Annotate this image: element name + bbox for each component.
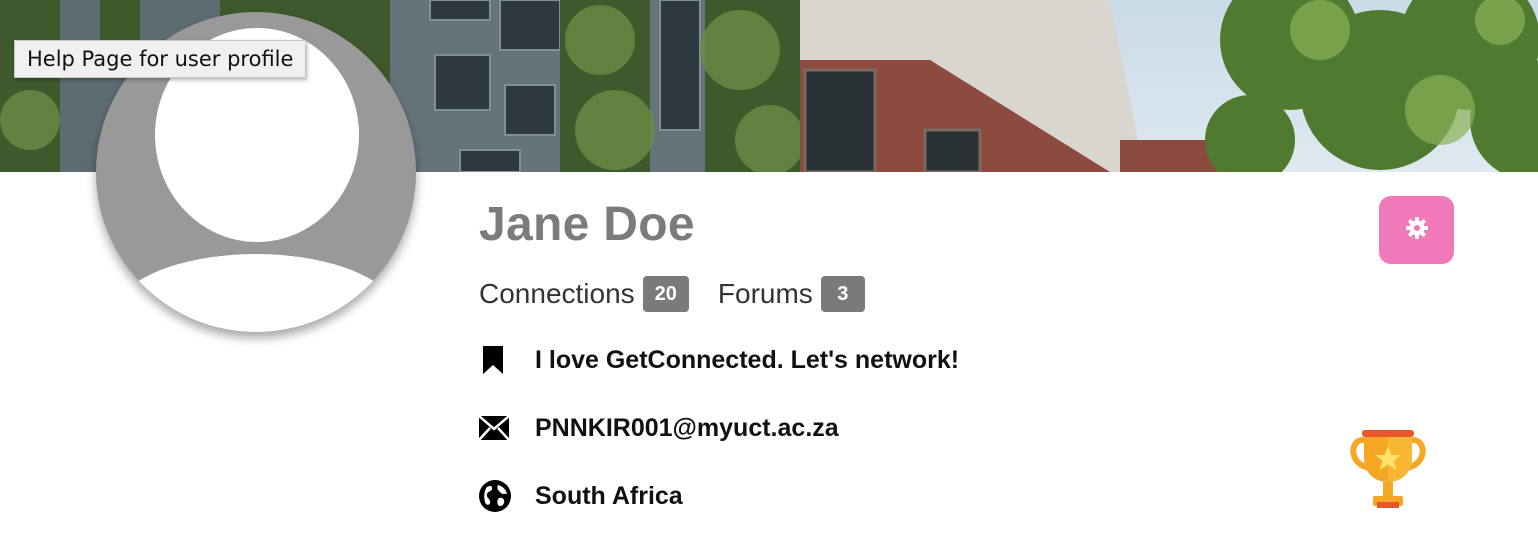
stat-connections[interactable]: Connections 20 — [479, 276, 689, 312]
stat-forums-label: Forums — [717, 278, 813, 309]
email-text: PNNKIR001@myuct.ac.za — [535, 413, 839, 442]
avatar-shoulders-shape — [112, 254, 400, 332]
stat-connections-label: Connections — [479, 278, 635, 309]
status-text: I love GetConnected. Let's network! — [535, 345, 960, 374]
globe-icon — [479, 480, 511, 512]
stat-forums[interactable]: Forums 3 — [718, 276, 865, 312]
help-tooltip: Help Page for user profile — [14, 40, 307, 78]
country-text: South Africa — [535, 481, 683, 510]
profile-stats: Connections 20 Forums 3 — [479, 275, 865, 313]
trophy-icon[interactable] — [1347, 428, 1429, 512]
stat-connections-count: 20 — [642, 276, 689, 312]
country-row: South Africa — [479, 479, 683, 513]
stat-forums-count: 3 — [820, 276, 865, 312]
settings-button[interactable] — [1379, 196, 1454, 264]
envelope-icon — [479, 412, 511, 444]
gear-icon — [1405, 216, 1429, 245]
email-row: PNNKIR001@myuct.ac.za — [479, 411, 839, 445]
bookmark-icon — [479, 344, 511, 376]
status-row: I love GetConnected. Let's network! — [479, 343, 959, 377]
profile-page: Help Page for user profile Jane Doe Conn… — [0, 0, 1538, 536]
profile-name: Jane Doe — [479, 198, 695, 251]
